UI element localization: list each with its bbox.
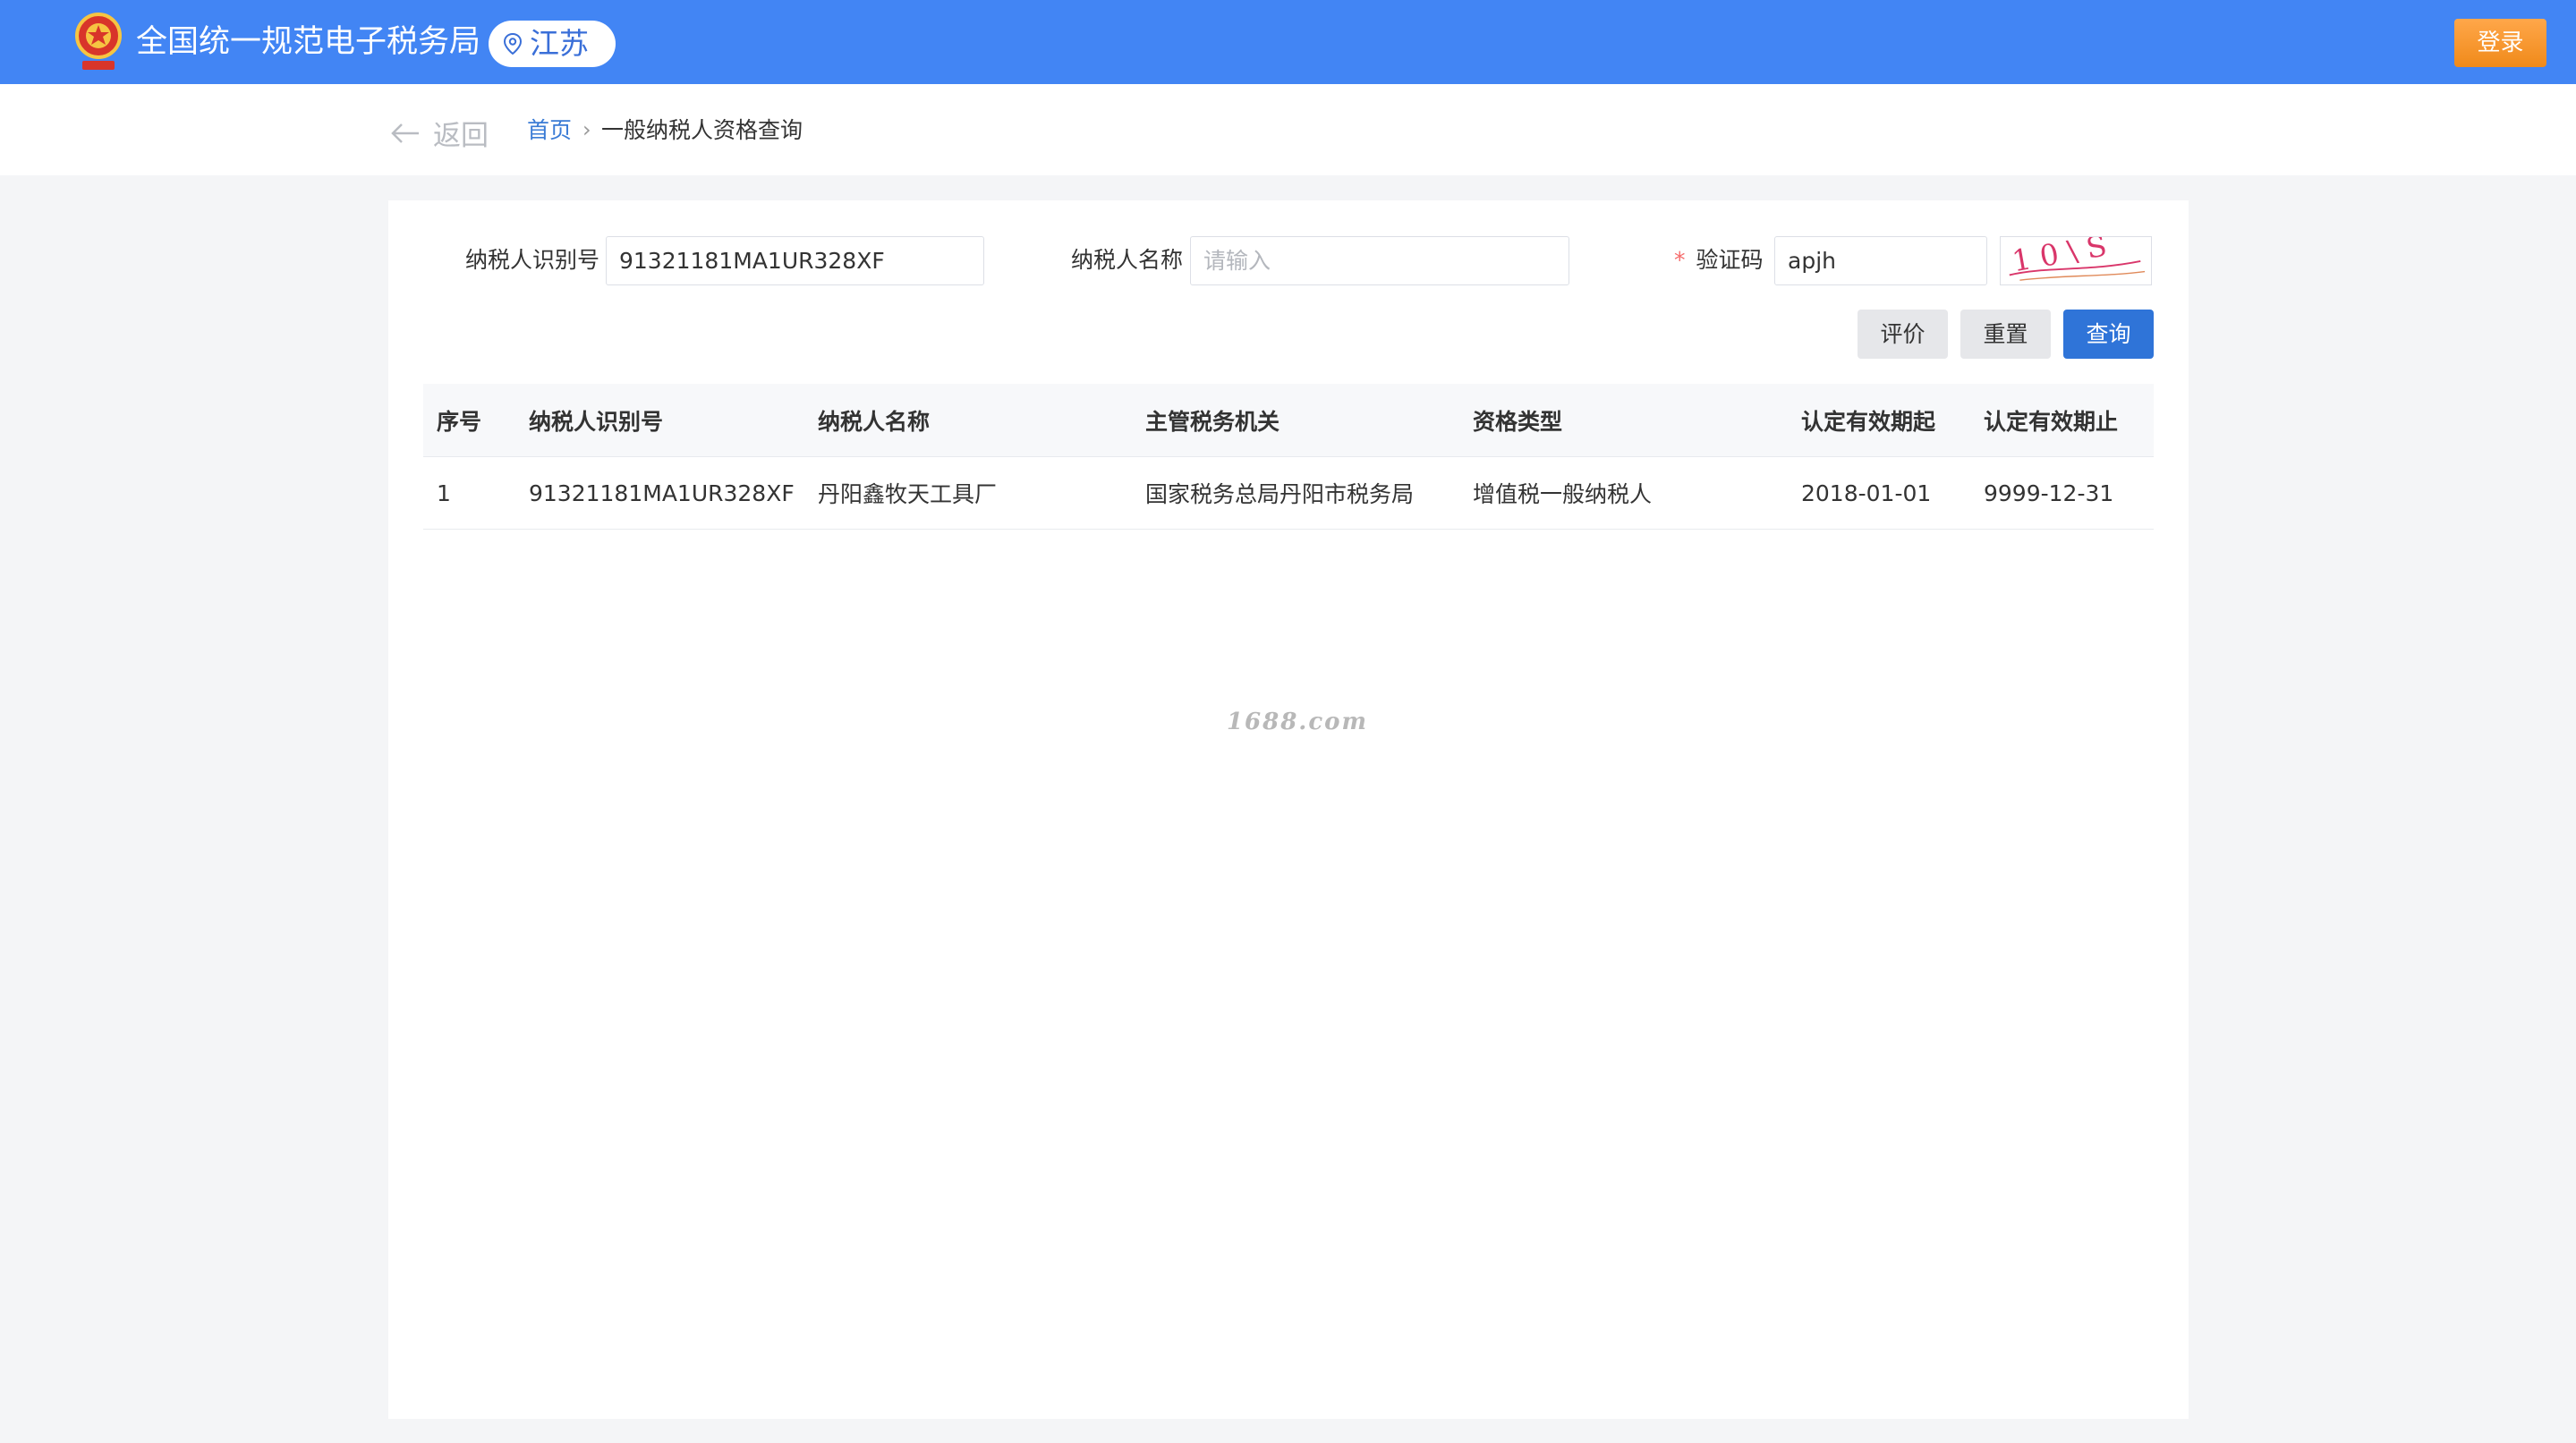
evaluate-button[interactable]: 评价 [1858,310,1948,359]
arrow-left-icon [391,123,419,143]
captcha-label-group: * 验证码 [1674,245,1764,276]
captcha-label: 验证码 [1696,247,1764,273]
header-cell-taxpayer-id: 纳税人识别号 [529,408,664,435]
watermark: 1688.com [1226,709,1369,735]
location-pin-icon [503,32,523,55]
breadcrumb-bar [0,84,2576,175]
query-button[interactable]: 查询 [2063,310,2154,359]
breadcrumb-current: 一般纳税人资格查询 [601,117,803,143]
header-cell-index: 序号 [437,408,482,435]
header-cell-valid-from: 认定有效期起 [1801,408,1936,435]
header-cell-tax-authority: 主管税务机关 [1145,408,1280,435]
table-row: 1 91321181MA1UR328XF 丹阳鑫牧天工具厂 国家税务总局丹阳市税… [423,457,2154,530]
site-title: 全国统一规范电子税务局 [136,24,481,60]
region-selector[interactable]: 江苏 [489,21,616,67]
top-header: 全国统一规范电子税务局 江苏 登录 [0,0,2576,84]
login-button[interactable]: 登录 [2454,19,2546,67]
row-cell-valid-to: 9999-12-31 [1984,480,2114,506]
row-cell-tax-authority: 国家税务总局丹阳市税务局 [1145,481,1415,507]
taxpayer-name-input[interactable] [1190,236,1569,285]
header-cell-taxpayer-name: 纳税人名称 [818,408,931,435]
results-table-header: 序号 纳税人识别号 纳税人名称 主管税务机关 资格类型 认定有效期起 认定有效期… [423,384,2154,457]
captcha-image[interactable]: 1 0 \ S [2000,228,2152,285]
taxpayer-name-label: 纳税人名称 [1071,247,1184,273]
tax-emblem-icon [73,11,123,73]
back-label: 返回 [433,120,489,152]
taxpayer-id-input[interactable] [606,236,984,285]
header-cell-valid-to: 认定有效期止 [1984,408,2119,435]
taxpayer-id-label: 纳税人识别号 [465,247,600,273]
query-panel: 纳税人识别号 纳税人名称 * 验证码 1 0 \ S 评价 重置 查询 序号 纳税… [388,200,2189,1419]
row-cell-index: 1 [437,480,451,506]
row-cell-taxpayer-name: 丹阳鑫牧天工具厂 [818,481,998,507]
row-cell-qualification-type: 增值税一般纳税人 [1473,481,1653,507]
back-button[interactable]: 返回 [390,113,489,153]
breadcrumb-home-link[interactable]: 首页 [527,115,572,146]
header-cell-qualification-type: 资格类型 [1473,408,1563,435]
row-cell-valid-from: 2018-01-01 [1801,480,1932,506]
breadcrumb-separator: › [582,117,591,142]
row-cell-taxpayer-id: 91321181MA1UR328XF [529,480,795,506]
captcha-input[interactable] [1774,236,1987,285]
region-label: 江苏 [530,26,589,61]
reset-button[interactable]: 重置 [1960,310,2051,359]
required-mark: * [1674,247,1686,273]
